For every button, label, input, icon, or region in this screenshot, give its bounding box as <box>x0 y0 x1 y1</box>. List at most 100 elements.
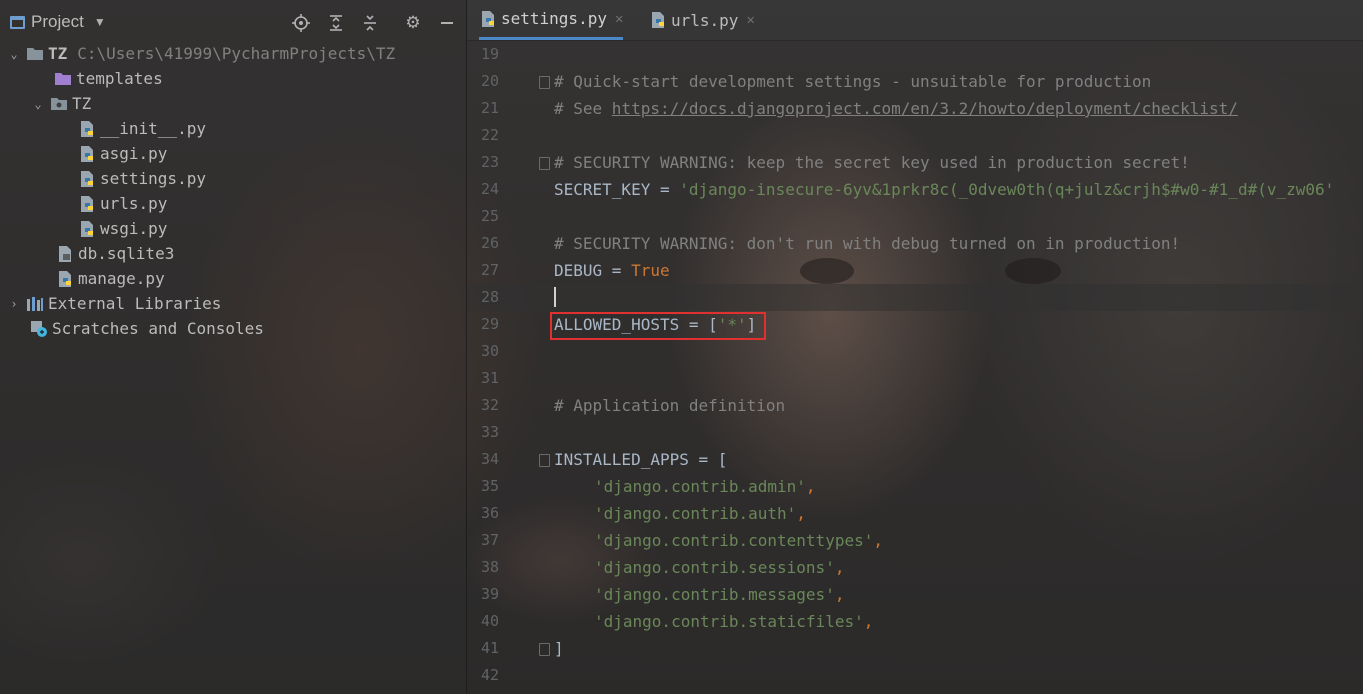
tree-item-settings-py[interactable]: settings.py <box>78 166 206 191</box>
folder-icon <box>26 45 44 63</box>
chevron-down-icon[interactable]: ⌄ <box>30 96 46 112</box>
code-line-40: 'django.contrib.staticfiles', <box>594 608 873 635</box>
code-identifier: DEBUG <box>554 261 603 280</box>
chevron-down-icon[interactable]: ⌄ <box>6 46 22 62</box>
scratches-icon <box>30 320 48 338</box>
chevron-right-icon[interactable]: › <box>6 296 22 312</box>
code-line-35: 'django.contrib.admin', <box>594 473 816 500</box>
folder-icon <box>54 70 72 88</box>
expand-all-icon[interactable] <box>325 12 347 34</box>
tree-item-label: Scratches and Consoles <box>52 319 264 338</box>
panel-title: Project <box>31 12 84 31</box>
minimize-icon[interactable] <box>436 12 458 34</box>
tree-item-tz-root[interactable]: ⌄ TZ C:\Users\41999\PycharmProjects\TZ <box>6 41 395 66</box>
line-number: 37 <box>480 531 499 549</box>
current-line-highlight <box>467 284 1363 311</box>
tree-item-label: __init__.py <box>100 119 206 138</box>
tree-item-asgi-py[interactable]: asgi.py <box>78 141 167 166</box>
code-comma: , <box>834 585 845 604</box>
code-operator: = <box>650 180 680 199</box>
code-line-38: 'django.contrib.sessions', <box>594 554 844 581</box>
tree-item-label: db.sqlite3 <box>78 244 175 263</box>
fold-marker-icon[interactable] <box>539 76 550 89</box>
tree-item-tz-package[interactable]: ⌄ TZ <box>30 91 91 116</box>
line-number: 21 <box>480 99 499 117</box>
project-view-selector[interactable]: Project ▼ <box>10 12 106 32</box>
tree-item-label: wsgi.py <box>100 219 168 238</box>
allowed-hosts-highlight-box <box>550 312 766 340</box>
line-number: 38 <box>480 558 499 576</box>
code-line-39: 'django.contrib.messages', <box>594 581 844 608</box>
database-file-icon <box>56 245 74 263</box>
tree-item-manage-py[interactable]: manage.py <box>56 266 165 291</box>
code-text: ] <box>554 639 564 658</box>
code-editor: settings.py ✕ urls.py ✕ 19 20 21 22 23 2… <box>467 0 1363 694</box>
tree-item-scratches[interactable]: Scratches and Consoles <box>30 316 264 341</box>
tab-settings-py[interactable]: settings.py ✕ <box>479 0 624 40</box>
tree-item-label: manage.py <box>78 269 165 288</box>
tree-item-templates[interactable]: templates <box>54 66 163 91</box>
python-file-icon <box>78 170 96 188</box>
code-string: 'django.contrib.staticfiles' <box>594 612 864 631</box>
python-file-icon <box>649 11 667 29</box>
tab-label: settings.py <box>501 9 607 28</box>
tree-item-db-sqlite3[interactable]: db.sqlite3 <box>56 241 174 266</box>
tree-item-wsgi-py[interactable]: wsgi.py <box>78 216 167 241</box>
code-line-36: 'django.contrib.auth', <box>594 500 806 527</box>
line-number: 36 <box>480 504 499 522</box>
tree-item-init-py[interactable]: __init__.py <box>78 116 206 141</box>
python-file-icon <box>78 220 96 238</box>
locate-file-icon[interactable] <box>290 12 312 34</box>
tree-item-label: External Libraries <box>48 294 222 313</box>
code-comment: # See <box>554 99 612 118</box>
code-line-26: # SECURITY WARNING: don't run with debug… <box>554 230 1180 257</box>
python-file-icon <box>479 10 497 28</box>
code-string: 'django.contrib.auth' <box>594 504 797 523</box>
line-number: 24 <box>480 180 499 198</box>
code-comment: # SECURITY WARNING: keep the secret key … <box>554 153 1190 172</box>
line-number: 22 <box>480 126 499 144</box>
collapse-all-icon[interactable] <box>359 12 381 34</box>
python-file-icon <box>78 145 96 163</box>
chevron-down-icon[interactable]: ▼ <box>94 15 106 29</box>
fold-marker-icon[interactable] <box>539 643 550 656</box>
python-file-icon <box>78 120 96 138</box>
editor-tab-bar: settings.py ✕ urls.py ✕ <box>467 0 1363 41</box>
line-number: 32 <box>480 396 499 414</box>
line-number: 35 <box>480 477 499 495</box>
fold-marker-icon[interactable] <box>539 157 550 170</box>
line-number: 28 <box>480 288 499 306</box>
tree-item-urls-py[interactable]: urls.py <box>78 191 167 216</box>
code-line-41: ] <box>554 635 564 662</box>
fold-marker-icon[interactable] <box>539 454 550 467</box>
code-string: 'django.contrib.admin' <box>594 477 806 496</box>
line-number: 31 <box>480 369 499 387</box>
code-line-23: # SECURITY WARNING: keep the secret key … <box>554 149 1190 176</box>
line-number: 20 <box>480 72 499 90</box>
code-string: 'django-insecure-6yv&1prkr8c(_0dvew0th(q… <box>679 180 1335 199</box>
project-panel-header: Project ▼ ⚙ <box>0 0 466 44</box>
code-comment: # SECURITY WARNING: don't run with debug… <box>554 234 1181 253</box>
code-line-21: # See https://docs.djangoproject.com/en/… <box>554 95 1238 122</box>
tab-urls-py[interactable]: urls.py ✕ <box>649 0 755 40</box>
project-window-icon <box>10 15 25 29</box>
line-number: 26 <box>480 234 499 252</box>
tree-item-label: asgi.py <box>100 144 168 163</box>
line-number: 27 <box>480 261 499 279</box>
tree-item-label: settings.py <box>100 169 206 188</box>
code-comma: , <box>805 477 816 496</box>
line-number: 29 <box>480 315 499 333</box>
close-icon[interactable]: ✕ <box>615 11 623 27</box>
line-number: 34 <box>480 450 499 468</box>
project-path-hint: C:\Users\41999\PycharmProjects\TZ <box>77 44 396 63</box>
gear-icon[interactable]: ⚙ <box>402 12 424 34</box>
line-number: 40 <box>480 612 499 630</box>
code-keyword: True <box>631 261 670 280</box>
docs-link[interactable]: https://docs.djangoproject.com/en/3.2/ho… <box>612 99 1238 118</box>
code-comma: , <box>863 612 874 631</box>
line-number: 41 <box>480 639 499 657</box>
code-comment: # Quick-start development settings - uns… <box>554 72 1152 91</box>
tree-item-external-libraries[interactable]: › External Libraries <box>6 291 221 316</box>
code-identifier: SECRET_KEY <box>554 180 651 199</box>
close-icon[interactable]: ✕ <box>746 12 754 28</box>
